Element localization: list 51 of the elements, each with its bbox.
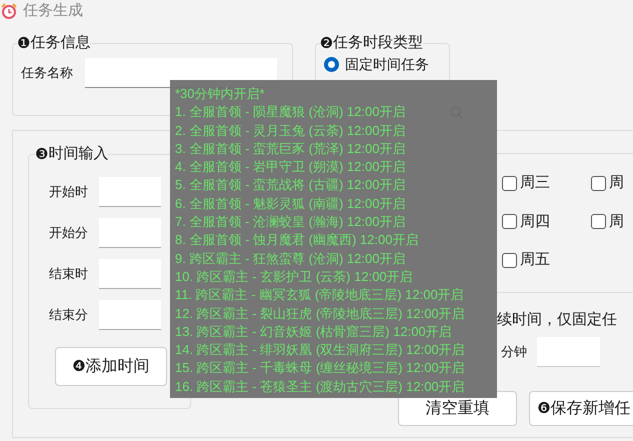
time-field[interactable] [99, 259, 161, 289]
radio-icon[interactable] [324, 57, 339, 72]
weekday-checkbox[interactable]: 周 [591, 172, 633, 194]
number-badge-icon: ❹ [72, 355, 86, 378]
tooltip-line: 2. 全服首领 - 灵月玉兔 (云荼) 12:00开启 [175, 122, 406, 140]
number-badge-icon: ❶ [17, 34, 30, 52]
group-title: 任务时段类型 [333, 34, 424, 52]
weekday-checkbox[interactable]: 周五 [502, 249, 591, 272]
field-label: 开始时 [49, 183, 89, 202]
checkbox-icon[interactable] [502, 214, 517, 230]
time-field[interactable] [99, 300, 161, 330]
number-badge-icon: ❻ [537, 397, 551, 420]
tooltip-line: 3. 全服首领 - 蛮荒巨豕 (荒泽) 12:00开启 [175, 140, 406, 158]
checkbox-icon[interactable] [591, 214, 606, 230]
number-badge-icon: ❷ [320, 34, 334, 52]
tooltip-line: 11. 跨区霸主 - 幽冥玄狐 (帝陵地底三层) 12:00开启 [175, 286, 465, 304]
tooltip-line: 1. 全服首领 - 陨星魔狼 (沧洞) 12:00开启 [175, 103, 406, 122]
checkbox-icon[interactable] [502, 176, 517, 191]
window-title: 任务生成 [23, 0, 83, 21]
tooltip-line: 5. 全服首领 - 蛮荒战将 (古疆) 12:00开启 [175, 176, 406, 194]
field-label: 任务名称 [21, 64, 73, 82]
duration-note: 续时间，仅固定任 [497, 310, 618, 330]
tooltip-line: 14. 跨区霸主 - 绯羽妖凰 (双生洞府三层) 12:00开启 [175, 341, 466, 360]
tooltip-line: 15. 跨区霸主 - 千毒蛛母 (缠丝秘境三层) 12:00开启 [175, 359, 466, 378]
tooltip-line: 10. 跨区霸主 - 玄影护卫 (云荼) 12:00开启 [175, 268, 414, 286]
time-field[interactable] [99, 177, 161, 207]
checkbox-icon[interactable] [502, 252, 517, 268]
tooltip-line: *30分钟内开启* [175, 85, 266, 103]
tooltip-line: 4. 全服首领 - 岩甲守卫 (朔漠) 12:00开启 [175, 158, 406, 176]
field-label: 分钟 [501, 343, 527, 362]
tooltip-line: 9. 跨区霸主 - 狂煞蛮尊 (沧洞) 12:00开启 [175, 250, 406, 268]
tooltip-line: 6. 全服首领 - 魅影灵狐 (南疆) 12:00开启 [175, 194, 406, 213]
weekday-checkbox[interactable]: 周四 [502, 210, 591, 233]
action-button[interactable]: ❻保存新增任 [529, 391, 633, 426]
tooltip-line: 7. 全服首领 - 沧澜蛟皇 (瀚海) 12:00开启 [175, 213, 406, 232]
add-time-button[interactable]: ❹添加时间 [55, 347, 167, 386]
field-label: 结束时 [49, 265, 89, 284]
group-title: 任务信息 [30, 34, 90, 52]
minutes-field[interactable] [537, 337, 600, 367]
tooltip-line: 13. 跨区霸主 - 幻音妖姬 (枯骨窟三层) 12:00开启 [175, 322, 453, 341]
checkbox-icon[interactable] [591, 176, 606, 191]
radio-option[interactable]: 固定时间任务 [324, 54, 441, 75]
group-title: 时间输入 [48, 145, 108, 163]
tooltip-line: 12. 跨区霸主 - 裂山狂虎 (帝陵地底三层) 12:00开启 [175, 304, 466, 323]
tooltip-line: 8. 全服首领 - 蚀月魔君 (幽魔西) 12:00开启 [175, 231, 420, 250]
weekday-checkbox[interactable]: 周三 [502, 172, 591, 194]
time-field[interactable] [99, 218, 161, 248]
weekday-checkbox[interactable]: 周 [591, 210, 633, 233]
field-label: 结束分 [49, 306, 89, 324]
field-label: 开始分 [49, 224, 89, 242]
number-badge-icon: ❸ [35, 145, 48, 163]
